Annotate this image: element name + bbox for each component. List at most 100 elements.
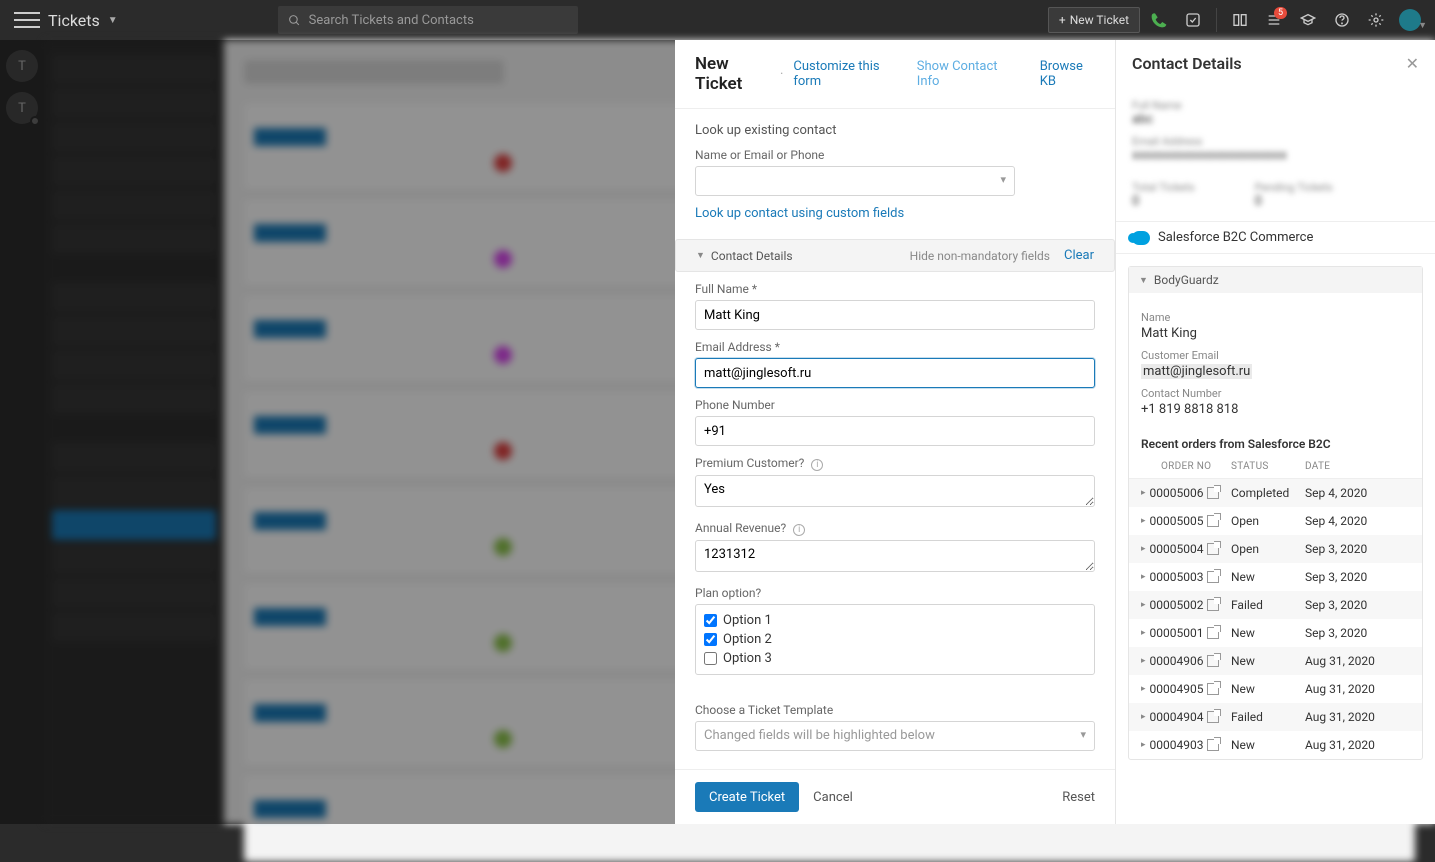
revenue-label: Annual Revenue? i — [695, 521, 1095, 536]
reset-button[interactable]: Reset — [1062, 790, 1095, 805]
lookup-contact-select[interactable] — [695, 166, 1015, 196]
phone-icon[interactable] — [1144, 5, 1174, 35]
order-row[interactable]: ▸00005003 New Sep 3, 2020 — [1129, 563, 1422, 591]
phone-label: Phone Number — [695, 398, 1095, 412]
close-icon[interactable]: ✕ — [1406, 54, 1419, 73]
external-link-icon[interactable] — [1207, 739, 1219, 751]
notification-icon[interactable]: 5 — [1259, 5, 1289, 35]
premium-input[interactable]: Yes — [695, 475, 1095, 507]
external-link-icon[interactable] — [1207, 515, 1219, 527]
browse-kb-link[interactable]: Browse KB — [1040, 59, 1095, 89]
order-row[interactable]: ▸00004905 New Aug 31, 2020 — [1129, 675, 1422, 703]
external-link-icon[interactable] — [1207, 487, 1219, 499]
order-row[interactable]: ▸00005006 Completed Sep 4, 2020 — [1129, 479, 1422, 507]
order-row[interactable]: ▸00005004 Open Sep 3, 2020 — [1129, 535, 1422, 563]
cust-email-value: matt@jinglesoft.ru — [1141, 364, 1252, 379]
cust-email-label: Customer Email — [1141, 349, 1410, 362]
plan-checkbox-1[interactable] — [704, 614, 717, 627]
section-title: Contact Details — [711, 249, 793, 263]
gear-icon[interactable] — [1361, 5, 1391, 35]
section-contact-details[interactable]: ▼ Contact Details Hide non-mandatory fie… — [675, 239, 1115, 272]
search-placeholder: Search Tickets and Contacts — [309, 13, 474, 28]
salesforce-icon — [1132, 231, 1150, 245]
module-title[interactable]: Tickets — [48, 11, 100, 30]
revenue-input[interactable]: 1231312 — [695, 540, 1095, 572]
plan-options-group: Option 1 Option 2 Option 3 — [695, 604, 1095, 675]
external-link-icon[interactable] — [1207, 599, 1219, 611]
hide-nonmandatory-link[interactable]: Hide non-mandatory fields — [910, 249, 1050, 263]
name-label: Name — [1141, 311, 1410, 324]
chevron-down-icon: ▼ — [1139, 275, 1148, 286]
order-row[interactable]: ▸00005001 New Sep 3, 2020 — [1129, 619, 1422, 647]
create-ticket-button[interactable]: Create Ticket — [695, 782, 799, 812]
search-icon — [288, 14, 301, 27]
plan-option-2[interactable]: Option 2 — [704, 632, 1086, 647]
order-row[interactable]: ▸00004904 Failed Aug 31, 2020 — [1129, 703, 1422, 731]
contact-title: Contact Details — [1132, 54, 1242, 73]
new-ticket-button[interactable]: + New Ticket — [1048, 7, 1140, 33]
col-status: STATUS — [1231, 461, 1301, 472]
template-label: Choose a Ticket Template — [695, 703, 1095, 717]
new-ticket-panel: New Ticket · Customize this form Show Co… — [675, 40, 1115, 824]
plan-option-1[interactable]: Option 1 — [704, 613, 1086, 628]
phone-input[interactable] — [695, 416, 1095, 446]
plan-option-3[interactable]: Option 3 — [704, 651, 1086, 666]
template-select[interactable]: Changed fields will be highlighted below — [695, 721, 1095, 751]
contact-number-label: Contact Number — [1141, 387, 1410, 400]
check-square-icon[interactable] — [1178, 5, 1208, 35]
panel-body: Look up existing contact Name or Email o… — [675, 109, 1115, 769]
info-icon[interactable]: i — [811, 459, 823, 471]
col-date: DATE — [1305, 461, 1395, 472]
help-icon[interactable] — [1327, 5, 1357, 35]
book-icon[interactable] — [1225, 5, 1255, 35]
global-search[interactable]: Search Tickets and Contacts — [278, 6, 578, 34]
order-row[interactable]: ▸00005005 Open Sep 4, 2020 — [1129, 507, 1422, 535]
orders-list: ▸00005006 Completed Sep 4, 2020 ▸0000500… — [1129, 479, 1422, 759]
contact-details-panel: Contact Details ✕ Full Name abc Email Ad… — [1115, 40, 1435, 824]
widget-header[interactable]: ▼ BodyGuardz — [1129, 267, 1422, 293]
new-ticket-label: New Ticket — [1070, 13, 1129, 27]
salesforce-integration[interactable]: Salesforce B2C Commerce — [1116, 221, 1435, 254]
salesforce-label: Salesforce B2C Commerce — [1158, 230, 1313, 245]
order-row[interactable]: ▸00004906 New Aug 31, 2020 — [1129, 647, 1422, 675]
name-value: Matt King — [1141, 326, 1410, 341]
lookup-custom-fields-link[interactable]: Look up contact using custom fields — [695, 206, 904, 221]
show-contact-info-link[interactable]: Show Contact Info — [917, 59, 1011, 89]
external-link-icon[interactable] — [1207, 543, 1219, 555]
graduation-icon[interactable] — [1293, 5, 1323, 35]
col-order: ORDER NO — [1141, 461, 1227, 472]
info-icon[interactable]: i — [793, 524, 805, 536]
external-link-icon[interactable] — [1207, 655, 1219, 667]
orders-title: Recent orders from Salesforce B2C — [1129, 427, 1422, 455]
topbar: Tickets ▼ Search Tickets and Contacts + … — [0, 0, 1435, 40]
order-row[interactable]: ▸00004903 New Aug 31, 2020 — [1129, 731, 1422, 759]
panel-title: New Ticket — [695, 54, 770, 94]
email-input[interactable] — [695, 358, 1095, 388]
panel-header: New Ticket · Customize this form Show Co… — [675, 40, 1115, 109]
app-menu-icon[interactable] — [14, 12, 40, 28]
chevron-down-icon[interactable]: ▼ — [108, 15, 118, 26]
plus-icon: + — [1059, 13, 1066, 27]
external-link-icon[interactable] — [1207, 627, 1219, 639]
external-link-icon[interactable] — [1207, 683, 1219, 695]
notification-badge: 5 — [1274, 7, 1287, 19]
user-avatar[interactable]: ▼ — [1395, 5, 1425, 35]
premium-label: Premium Customer? i — [695, 456, 1095, 471]
external-link-icon[interactable] — [1207, 711, 1219, 723]
lookup-heading: Look up existing contact — [695, 123, 1095, 138]
order-row[interactable]: ▸00005002 Failed Sep 3, 2020 — [1129, 591, 1422, 619]
full-name-input[interactable] — [695, 300, 1095, 330]
orders-header-row: ORDER NO STATUS DATE — [1129, 455, 1422, 479]
clear-link[interactable]: Clear — [1064, 248, 1094, 263]
external-link-icon[interactable] — [1207, 571, 1219, 583]
email-label: Email Address * — [695, 340, 1095, 354]
contact-summary-blur: Full Name abc Email Address xxxxxxxxxxxx… — [1116, 87, 1435, 221]
panel-footer: Create Ticket Cancel Reset — [675, 769, 1115, 824]
plan-checkbox-3[interactable] — [704, 652, 717, 665]
cancel-button[interactable]: Cancel — [813, 790, 853, 805]
lookup-label: Name or Email or Phone — [695, 148, 1095, 162]
chevron-down-icon: ▼ — [696, 250, 705, 261]
full-name-label: Full Name * — [695, 282, 1095, 296]
plan-checkbox-2[interactable] — [704, 633, 717, 646]
customize-form-link[interactable]: Customize this form — [793, 59, 896, 89]
